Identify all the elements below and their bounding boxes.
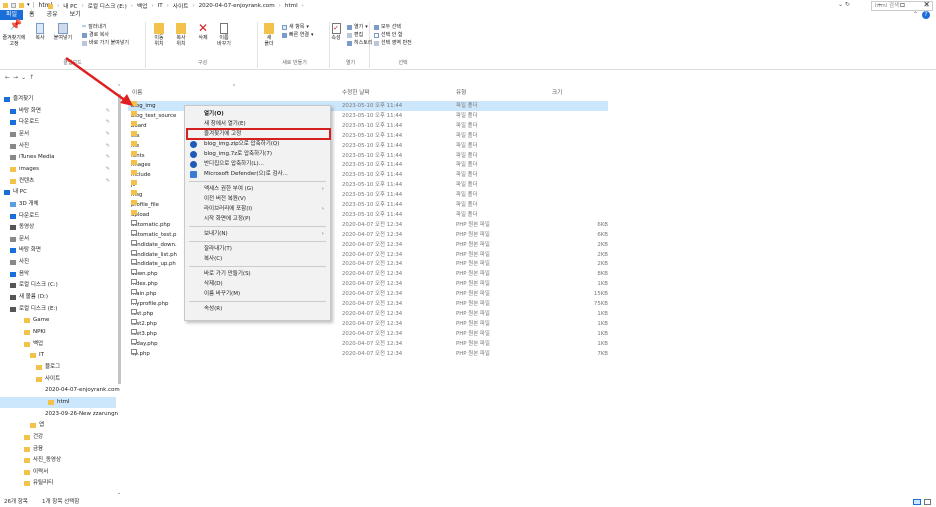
annotation-arrow (65, 56, 133, 106)
arrow-head (120, 94, 133, 106)
arrow-shaft (65, 56, 127, 103)
